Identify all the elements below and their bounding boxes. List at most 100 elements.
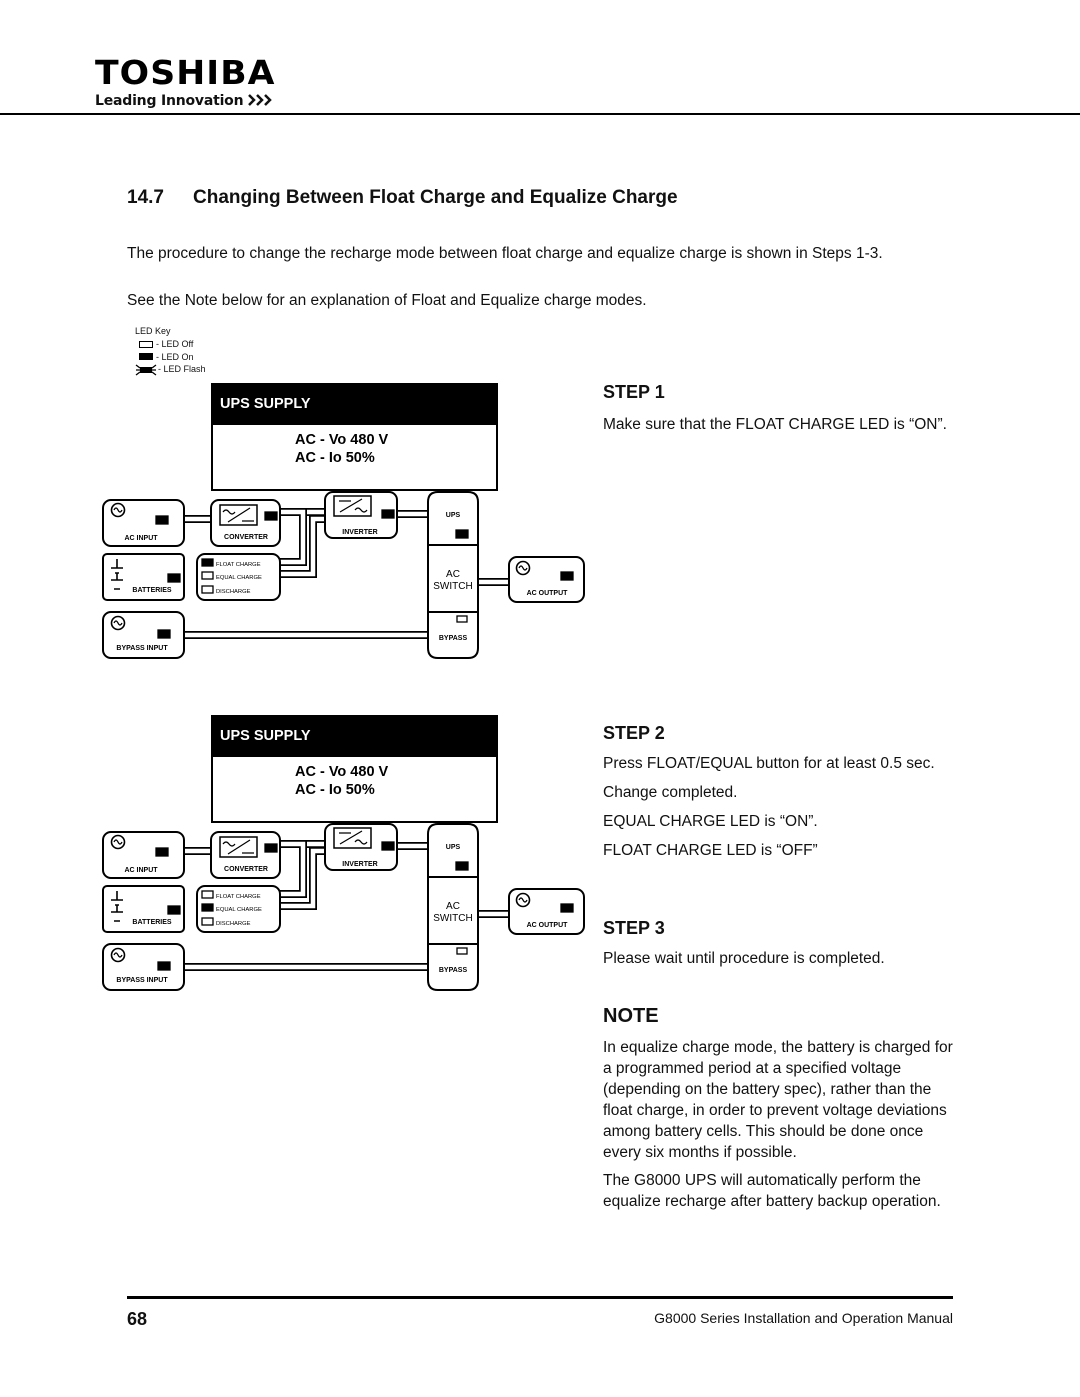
inverter-led-on bbox=[381, 841, 395, 851]
sine-wave-icon bbox=[515, 892, 531, 908]
bypass-input-block: BYPASS INPUT bbox=[102, 611, 185, 659]
lcd-title: UPS SUPPLY bbox=[220, 728, 311, 744]
bus-converter-charge-panel bbox=[280, 840, 307, 898]
ups-block: UPS bbox=[427, 823, 479, 878]
inverter-label: INVERTER bbox=[342, 861, 377, 868]
batteries-label: BATTERIES bbox=[132, 919, 171, 926]
ups-led-on bbox=[455, 861, 469, 871]
lcd-display: UPS SUPPLY AC - Vo 480 V AC - Io 50% bbox=[211, 715, 498, 823]
bypass-input-led-on bbox=[157, 961, 171, 971]
float-charge-label: FLOAT CHARGE bbox=[216, 562, 261, 568]
ac-switch-label-2: SWITCH bbox=[433, 581, 472, 592]
led-key: LED Key - LED Off - LED On - LED Flash bbox=[135, 325, 206, 376]
bypass-block: BYPASS bbox=[427, 943, 479, 991]
ac-input-block: AC INPUT bbox=[102, 831, 185, 879]
step-2-text-1: Press FLOAT/EQUAL button for at least 0.… bbox=[603, 755, 935, 772]
converter-led-on bbox=[264, 511, 278, 521]
step-3: STEP 3 Please wait until procedure is co… bbox=[603, 918, 958, 969]
ac-switch-label-1: AC bbox=[446, 569, 460, 580]
equal-charge-led-off bbox=[201, 571, 214, 580]
bypass-input-label: BYPASS INPUT bbox=[116, 645, 168, 652]
section-title: 14.7 Changing Between Float Charge and Eq… bbox=[127, 187, 678, 209]
lcd-output-current: AC - Io 50% bbox=[295, 782, 375, 798]
ac-output-block: AC OUTPUT bbox=[508, 556, 585, 603]
ac-output-label: AC OUTPUT bbox=[527, 590, 569, 597]
discharge-led-off bbox=[201, 917, 214, 926]
ac-switch-block: ACSWITCH bbox=[427, 544, 479, 613]
sine-wave-icon bbox=[110, 947, 126, 963]
inverter-label: INVERTER bbox=[342, 529, 377, 536]
manual-title: G8000 Series Installation and Operation … bbox=[654, 1310, 953, 1326]
ac-input-label: AC INPUT bbox=[124, 867, 158, 874]
ups-label: UPS bbox=[446, 512, 461, 519]
ac-input-led-on bbox=[155, 515, 169, 525]
bypass-led-off bbox=[456, 615, 468, 623]
batteries-block: BATTERIES bbox=[102, 553, 185, 601]
ac-output-label: AC OUTPUT bbox=[527, 922, 569, 929]
lcd-output-voltage: AC - Vo 480 V bbox=[295, 764, 389, 780]
led-key-flash-label: - LED Flash bbox=[158, 364, 206, 375]
sine-wave-icon bbox=[515, 560, 531, 576]
led-off-icon bbox=[139, 340, 153, 348]
float-charge-label: FLOAT CHARGE bbox=[216, 894, 261, 900]
step-1-heading: STEP 1 bbox=[603, 382, 665, 402]
note: NOTE In equalize charge mode, the batter… bbox=[603, 1005, 958, 1212]
bus-converter-charge-panel bbox=[280, 508, 307, 566]
step-2-text-4: FLOAT CHARGE LED is “OFF” bbox=[603, 842, 818, 859]
discharge-label: DISCHARGE bbox=[216, 921, 251, 927]
section-title-text: Changing Between Float Charge and Equali… bbox=[193, 187, 678, 208]
led-flash-icon bbox=[135, 364, 157, 376]
led-key-on-label: - LED On bbox=[156, 351, 194, 362]
ups-block: UPS bbox=[427, 491, 479, 546]
step-2-text-3: EQUAL CHARGE LED is “ON”. bbox=[603, 813, 818, 830]
bypass-label: BYPASS bbox=[439, 967, 468, 974]
ac-switch-label-2: SWITCH bbox=[433, 913, 472, 924]
inverter-symbol-icon bbox=[333, 827, 372, 849]
ac-input-led-on bbox=[155, 847, 169, 857]
ac-input-block: AC INPUT bbox=[102, 499, 185, 547]
brand-tagline: Leading Innovation bbox=[95, 93, 274, 109]
intro-paragraph: The procedure to change the recharge mod… bbox=[127, 245, 883, 262]
intro-note-reference: See the Note below for an explanation of… bbox=[127, 292, 647, 309]
ac-output-block: AC OUTPUT bbox=[508, 888, 585, 935]
float-charge-led-on bbox=[201, 558, 214, 567]
converter-block: CONVERTER bbox=[210, 499, 281, 547]
charge-status-panel: FLOAT CHARGE EQUAL CHARGE DISCHARGE bbox=[196, 553, 281, 601]
ups-led-on bbox=[455, 529, 469, 539]
brand-name: TOSHIBA bbox=[95, 53, 276, 92]
bypass-block: BYPASS bbox=[427, 611, 479, 659]
footer-divider bbox=[127, 1296, 953, 1299]
equal-charge-label: EQUAL CHARGE bbox=[216, 907, 262, 913]
bypass-led-off bbox=[456, 947, 468, 955]
converter-block: CONVERTER bbox=[210, 831, 281, 879]
step-2: STEP 2 Press FLOAT/EQUAL button for at l… bbox=[603, 723, 958, 861]
step-2-text-2: Change completed. bbox=[603, 784, 738, 801]
bypass-input-block: BYPASS INPUT bbox=[102, 943, 185, 991]
note-text-1: In equalize charge mode, the battery is … bbox=[603, 1039, 953, 1161]
discharge-led-off bbox=[201, 585, 214, 594]
ac-output-led-on bbox=[560, 571, 574, 581]
ups-panel-diagram-step-1: UPS SUPPLY AC - Vo 480 V AC - Io 50% AC INP… bbox=[102, 383, 585, 659]
batteries-led-on bbox=[167, 573, 181, 583]
converter-label: CONVERTER bbox=[224, 534, 268, 541]
ac-switch-block: ACSWITCH bbox=[427, 876, 479, 945]
inverter-symbol-icon bbox=[333, 495, 372, 517]
converter-label: CONVERTER bbox=[224, 866, 268, 873]
step-1: STEP 1 Make sure that the FLOAT CHARGE L… bbox=[603, 382, 958, 435]
ups-label: UPS bbox=[446, 844, 461, 851]
bypass-label: BYPASS bbox=[439, 635, 468, 642]
sine-wave-icon bbox=[110, 502, 126, 518]
inverter-led-on bbox=[381, 509, 395, 519]
ac-output-led-on bbox=[560, 903, 574, 913]
batteries-label: BATTERIES bbox=[132, 587, 171, 594]
lcd-display: UPS SUPPLY AC - Vo 480 V AC - Io 50% bbox=[211, 383, 498, 491]
step-1-text: Make sure that the FLOAT CHARGE LED is “… bbox=[603, 416, 947, 433]
batteries-led-on bbox=[167, 905, 181, 915]
led-key-title: LED Key bbox=[135, 326, 171, 336]
led-key-on: - LED On bbox=[135, 351, 206, 364]
bypass-input-led-on bbox=[157, 629, 171, 639]
charge-status-panel: FLOAT CHARGE EQUAL CHARGE DISCHARGE bbox=[196, 885, 281, 933]
inverter-block: INVERTER bbox=[324, 491, 398, 539]
toshiba-logo: TOSHIBA Leading Innovation bbox=[95, 56, 274, 109]
batteries-block: BATTERIES bbox=[102, 885, 185, 933]
